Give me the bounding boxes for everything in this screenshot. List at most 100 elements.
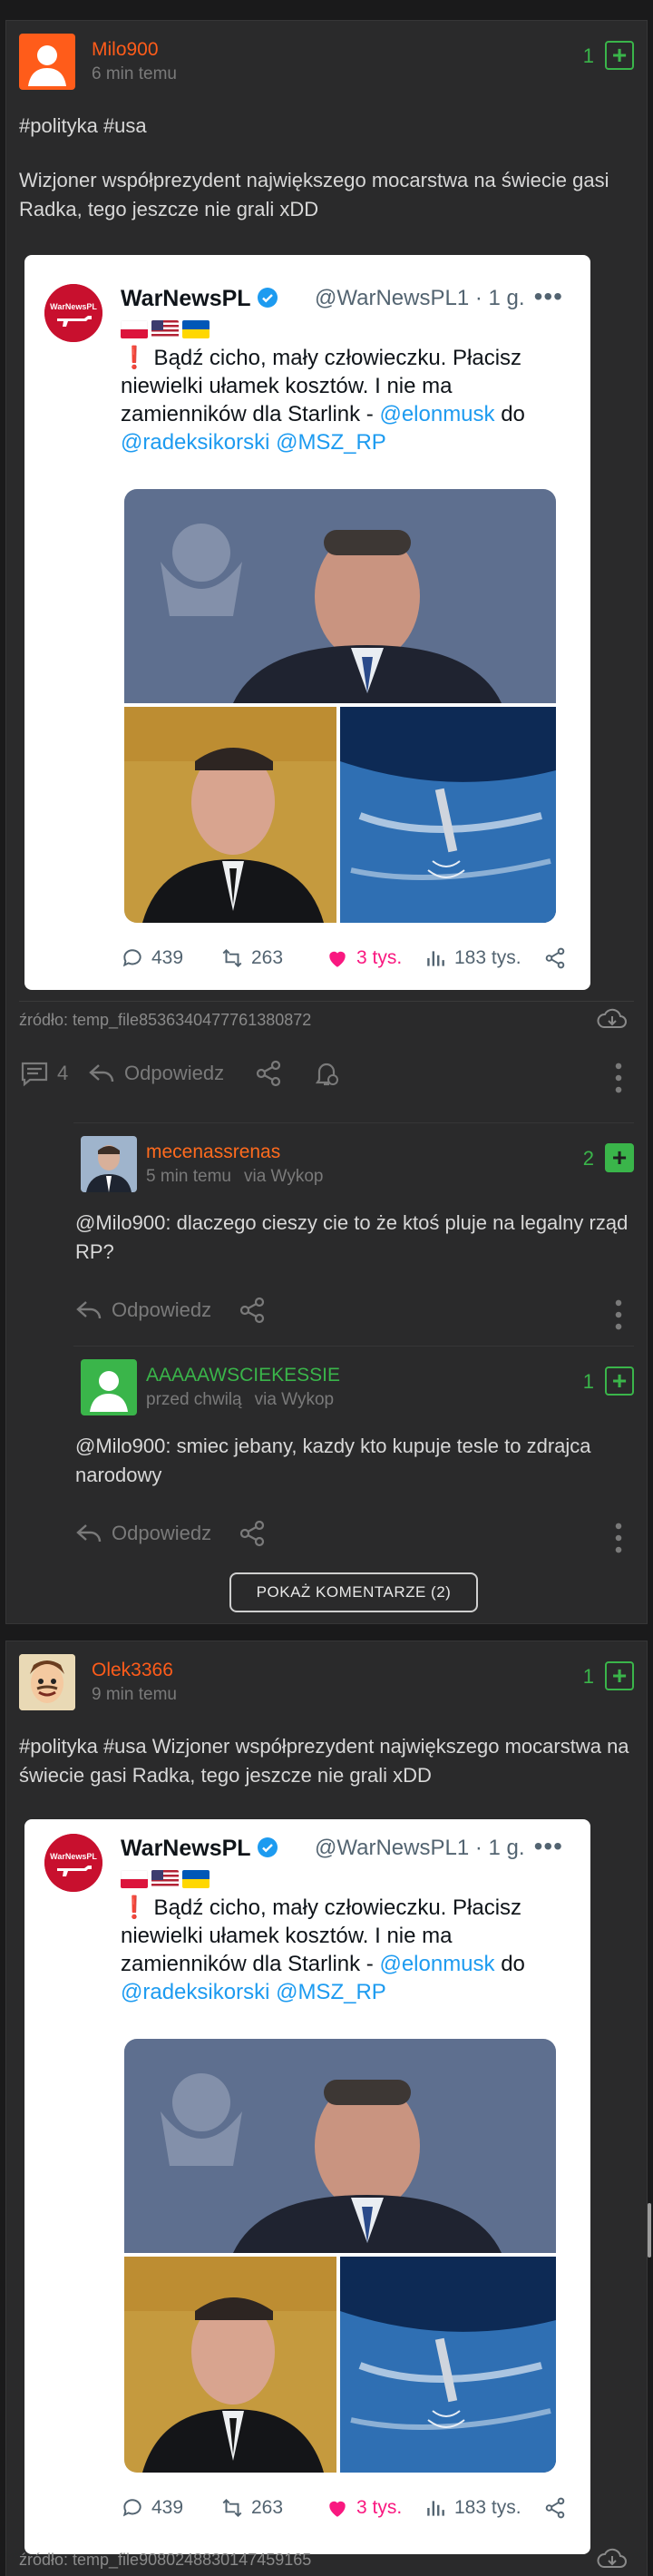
retweet-icon bbox=[222, 2498, 242, 2518]
more-options-icon[interactable] bbox=[603, 1063, 634, 1093]
entry-time: 9 min temu bbox=[92, 1685, 177, 1704]
views-icon bbox=[427, 951, 444, 966]
bell-icon bbox=[315, 1063, 338, 1086]
comment-time: przed chwilą via Wykop bbox=[146, 1390, 335, 1409]
heart-icon bbox=[329, 951, 346, 967]
share-button[interactable] bbox=[237, 1517, 268, 1550]
reply-icon bbox=[122, 949, 141, 967]
embedded-tweet[interactable]: WarNewsPL WarNewsPL @WarNewsPL1 · 1 g. •… bbox=[24, 1819, 590, 2554]
entry-time: 6 min temu bbox=[92, 64, 177, 83]
upvote-button[interactable]: + bbox=[605, 41, 634, 70]
entry-header: Olek3366 9 min temu 1 + bbox=[19, 1654, 634, 1714]
scrollbar-thumb[interactable] bbox=[648, 2203, 651, 2258]
more-icon[interactable]: ••• bbox=[534, 282, 563, 311]
avatar[interactable] bbox=[19, 34, 75, 90]
reply-arrow-icon bbox=[76, 1301, 102, 1319]
like-action[interactable]: 3 tys. bbox=[326, 2496, 402, 2520]
warnewspl-logo: WarNewsPL bbox=[44, 284, 102, 342]
source-text[interactable]: źródło: temp_file9080248830147459165 bbox=[19, 2551, 311, 2570]
poland-flag-icon bbox=[121, 1870, 148, 1888]
comments-count[interactable]: 4 bbox=[19, 1057, 68, 1090]
source-bar: źródło: temp_file9080248830147459165 bbox=[19, 2542, 634, 2576]
share-button[interactable] bbox=[237, 1294, 268, 1327]
mention-elonmusk[interactable]: @elonmusk bbox=[379, 402, 494, 426]
comment-time: 5 min temu via Wykop bbox=[146, 1167, 324, 1186]
comment-icon bbox=[21, 1062, 48, 1087]
comment-text: @Milo900: smiec jebany, kazdy kto kupuje… bbox=[75, 1435, 591, 1486]
author-name[interactable]: Olek3366 bbox=[92, 1660, 173, 1681]
author-name[interactable]: Milo900 bbox=[92, 39, 159, 61]
notify-button[interactable] bbox=[311, 1057, 342, 1090]
mention-msz-rp[interactable]: @MSZ_RP bbox=[276, 1980, 386, 2004]
tweet-text: ❗ Bądź cicho, mały człowieczku. Płacisz … bbox=[121, 346, 525, 455]
entry-body: #polityka #usa Wizjoner współprezydent n… bbox=[19, 1735, 629, 1787]
ukraine-flag-icon bbox=[182, 320, 210, 338]
comment-aaaaawsciekessie: AAAAAWSCIEKESSIE przed chwilą via Wykop 1… bbox=[73, 1346, 634, 1569]
comment-actions: Odpowiedz bbox=[73, 1294, 634, 1330]
comment-text: @Milo900: dlaczego cieszy cie to że ktoś… bbox=[75, 1211, 629, 1263]
cloud-download-icon[interactable] bbox=[596, 2545, 629, 2572]
reply-action[interactable]: 439 bbox=[121, 2496, 183, 2520]
ukraine-flag-icon bbox=[182, 1870, 210, 1888]
comment-actions: Odpowiedz bbox=[73, 1517, 634, 1553]
share-icon bbox=[256, 1060, 281, 1087]
author-name[interactable]: AAAAAWSCIEKESSIE bbox=[146, 1365, 340, 1386]
share-action[interactable] bbox=[543, 946, 567, 970]
tweet-actions: 439 263 3 tys. 183 tys. bbox=[121, 2496, 567, 2523]
more-icon[interactable]: ••• bbox=[534, 1832, 563, 1861]
flags bbox=[121, 1870, 210, 1890]
entry-olek3366: Olek3366 9 min temu 1 + #polityka #usa W… bbox=[5, 1641, 648, 2576]
more-options-icon[interactable] bbox=[603, 1523, 634, 1553]
comment-header: mecenassrenas 5 min temu via Wykop 2 + bbox=[73, 1136, 634, 1196]
share-action[interactable] bbox=[543, 2496, 567, 2520]
mention-radeksikorski[interactable]: @radeksikorski bbox=[121, 1980, 269, 2004]
entry-milo900: Milo900 6 min temu 1 + #polityka #usa Wi… bbox=[5, 20, 648, 1624]
tweet-image-collage[interactable] bbox=[124, 2039, 556, 2473]
reply-arrow-icon bbox=[89, 1064, 114, 1082]
reply-action[interactable]: 439 bbox=[121, 946, 183, 970]
tweet-actions: 439 263 3 tys. 183 tys. bbox=[121, 946, 567, 974]
avatar[interactable] bbox=[19, 1654, 75, 1710]
entry-tags: #polityka #usa bbox=[19, 114, 147, 137]
svg-text:WarNewsPL: WarNewsPL bbox=[50, 302, 97, 311]
comment-header: AAAAAWSCIEKESSIE przed chwilą via Wykop 1… bbox=[73, 1359, 634, 1419]
retweet-action[interactable]: 263 bbox=[220, 946, 283, 970]
source-text[interactable]: źródło: temp_file8536340477761380872 bbox=[19, 1011, 311, 1030]
share-icon bbox=[239, 1520, 265, 1547]
mention-msz-rp[interactable]: @MSZ_RP bbox=[276, 430, 386, 455]
vote-count: 1 bbox=[582, 1665, 594, 1688]
more-options-icon[interactable] bbox=[603, 1299, 634, 1330]
like-action[interactable]: 3 tys. bbox=[326, 946, 402, 970]
reply-button[interactable]: Odpowiedz bbox=[73, 1517, 211, 1550]
heart-icon bbox=[329, 2501, 346, 2517]
reply-button[interactable]: Odpowiedz bbox=[73, 1294, 211, 1327]
entry-body: Wizjoner współprezydent największego moc… bbox=[19, 169, 609, 220]
reply-icon bbox=[122, 2499, 141, 2517]
reply-arrow-icon bbox=[76, 1524, 102, 1543]
tweet-image-collage[interactable] bbox=[124, 489, 556, 923]
embedded-tweet[interactable]: WarNewsPL WarNewsPL @WarNewsPL1 · 1 g. •… bbox=[24, 255, 590, 990]
poland-flag-icon bbox=[121, 320, 148, 338]
reply-button[interactable]: Odpowiedz bbox=[86, 1057, 224, 1090]
mention-elonmusk[interactable]: @elonmusk bbox=[379, 1952, 494, 1976]
upvote-button[interactable]: + bbox=[605, 1661, 634, 1690]
upvote-button[interactable]: + bbox=[605, 1366, 634, 1396]
views-action[interactable]: 183 tys. bbox=[424, 946, 521, 970]
upvote-button[interactable]: + bbox=[605, 1143, 634, 1172]
retweet-action[interactable]: 263 bbox=[220, 2496, 283, 2520]
views-icon bbox=[427, 2501, 444, 2516]
views-action[interactable]: 183 tys. bbox=[424, 2496, 521, 2520]
warnewspl-logo: WarNewsPL bbox=[44, 1834, 102, 1892]
flags bbox=[121, 320, 210, 340]
author-name[interactable]: mecenassrenas bbox=[146, 1141, 280, 1163]
source-bar: źródło: temp_file8536340477761380872 bbox=[19, 1001, 634, 1037]
mention-radeksikorski[interactable]: @radeksikorski bbox=[121, 430, 269, 455]
retweet-icon bbox=[222, 948, 242, 968]
comment-mecenassrenas: mecenassrenas 5 min temu via Wykop 2 + @M… bbox=[73, 1122, 634, 1346]
show-more-comments-button[interactable]: POKAŻ KOMENTARZE (2) bbox=[229, 1572, 478, 1612]
share-button[interactable] bbox=[253, 1057, 284, 1090]
tweet-author-name: WarNewsPL bbox=[121, 286, 278, 312]
share-icon bbox=[239, 1297, 265, 1324]
tweet-text: ❗ Bądź cicho, mały człowieczku. Płacisz … bbox=[121, 1895, 525, 2004]
cloud-download-icon[interactable] bbox=[596, 1005, 629, 1033]
